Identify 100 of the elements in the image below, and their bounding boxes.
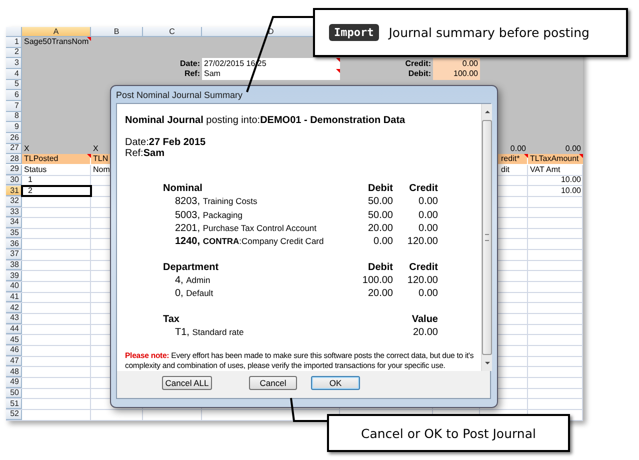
table-cell-text: 10.00 [560,176,582,186]
row-header[interactable]: 33 [6,208,22,218]
column-heading: Credit [408,183,438,194]
window-title: Post Nominal Journal Summary [116,90,243,100]
date-text: Date:27 Feb 2015 [125,137,207,148]
ref-text: Ref:Sam [125,148,166,159]
row-header[interactable]: 27 [6,144,22,154]
dialog-button[interactable]: OK [311,376,360,390]
table-cell-text: VAT Amt [529,164,562,175]
row-header[interactable]: 51 [6,399,22,409]
field-label: Debit: [407,68,432,80]
table-cell-text: 1 [27,176,34,186]
row-header[interactable]: 35 [6,228,22,238]
column-heading: Value [410,314,438,325]
column-heading: Debit [367,183,393,194]
scroll-up-icon[interactable] [484,109,490,114]
row-header[interactable]: 8 [6,112,22,122]
amount-text: 20.00 [412,326,438,338]
posting-heading: Nominal Journal posting into:DEMO01 - Demonstration Data [125,115,406,126]
column-heading: Credit [408,262,438,273]
account-label: 5003, Packaging [174,210,243,221]
section-heading: Tax [163,314,180,325]
amount-text: 50.00 [366,210,393,221]
table-cell-text: 10.00 [560,186,582,196]
table-cell-text: Nom [92,164,111,175]
row-header[interactable]: 3 [6,58,22,69]
row-header[interactable]: 43 [6,314,22,324]
amount-text: 0.00 [372,236,393,248]
amount-text: 50.00 [366,196,393,208]
row-header[interactable]: 9 [6,122,22,133]
row-header[interactable]: 1 [6,37,22,48]
table-cell-text: Sage50TransNom [23,37,91,48]
table-cell-text: TLN [92,154,110,164]
row-header[interactable]: 49 [6,378,22,388]
amount-text: 20.00 [366,288,393,300]
account-label: 4, Admin [174,274,210,286]
row-header[interactable]: 34 [6,218,22,228]
account-label: 0, Default [174,288,214,300]
field-label: Ref: [183,68,201,80]
account-label: 1240, CONTRA:Company Credit Card [174,236,324,248]
row-header[interactable]: 29 [6,164,22,175]
row-header[interactable]: 40 [6,282,22,292]
callout-text: Journal summary before posting [388,25,590,40]
amount-text: 100.00 [361,274,393,286]
column-heading: Debit [367,262,393,273]
row-header[interactable]: 46 [6,346,22,356]
column-header[interactable]: B [91,27,143,37]
row-header[interactable]: 41 [6,292,22,302]
row-header[interactable]: 2 [6,48,22,58]
table-cell-text: Status [23,164,48,175]
row-header[interactable]: 4 [6,68,22,80]
dialog-button[interactable]: Cancel [249,376,297,390]
row-header[interactable]: 44 [6,324,22,334]
row-header[interactable]: 50 [6,388,22,398]
amount-text: 0.00 [418,210,438,221]
row-header[interactable]: 45 [6,335,22,346]
amount-text: 0.00 [418,288,438,300]
row-header[interactable]: 30 [6,176,22,186]
table-cell: 100.00 [433,68,480,80]
amount-text: 120.00 [406,274,438,286]
amount-text: 0.00 [418,223,438,234]
section-heading: Nominal [163,183,204,194]
row-header[interactable]: 26 [6,132,22,144]
row-header[interactable]: 47 [6,356,22,366]
row-header[interactable]: 48 [6,367,22,377]
column-header[interactable]: A [22,27,91,37]
table-cell: TLTaxAmount [528,154,583,164]
table-cell-text: 0.00 [509,144,527,154]
table-cell-text: 0.00 [564,144,582,154]
account-label: 2201, Purchase Tax Control Account [174,223,317,234]
row-header[interactable]: 42 [6,303,22,314]
callout-text: Cancel or OK to Post Journal [361,426,536,440]
table-cell: TLPosted [22,154,91,164]
table-cell-text: dit [500,164,510,175]
row-header[interactable]: 37 [6,250,22,260]
field-label: Date: [178,58,201,69]
dialog-button[interactable]: Cancel ALL [162,376,212,390]
amount-text: 120.00 [406,236,438,248]
table-cell-text: X [92,144,100,154]
table-cell: 0.00 [433,58,480,69]
row-header[interactable]: 28 [6,154,22,164]
scrollbar[interactable] [481,104,492,371]
table-cell-text: X [23,144,30,154]
account-label: T1, Standard rate [174,326,244,338]
row-header[interactable]: 32 [6,196,22,206]
account-label: 8203, Training Costs [174,196,258,208]
row-header[interactable]: 7 [6,100,22,112]
row-header[interactable]: 52 [6,410,22,420]
row-header[interactable]: 38 [6,260,22,270]
table-cell: 2 [22,186,91,196]
row-header[interactable]: 39 [6,271,22,282]
row-header[interactable]: 31 [6,186,22,196]
amount-text: 20.00 [366,223,393,234]
row-header[interactable]: 5 [6,80,22,90]
row-header[interactable]: 36 [6,239,22,250]
import-badge: Import [329,24,379,41]
row-header[interactable]: 6 [6,90,22,101]
section-heading: Department [163,262,220,273]
amount-text: 0.00 [418,196,438,208]
column-header[interactable]: C [143,27,202,37]
